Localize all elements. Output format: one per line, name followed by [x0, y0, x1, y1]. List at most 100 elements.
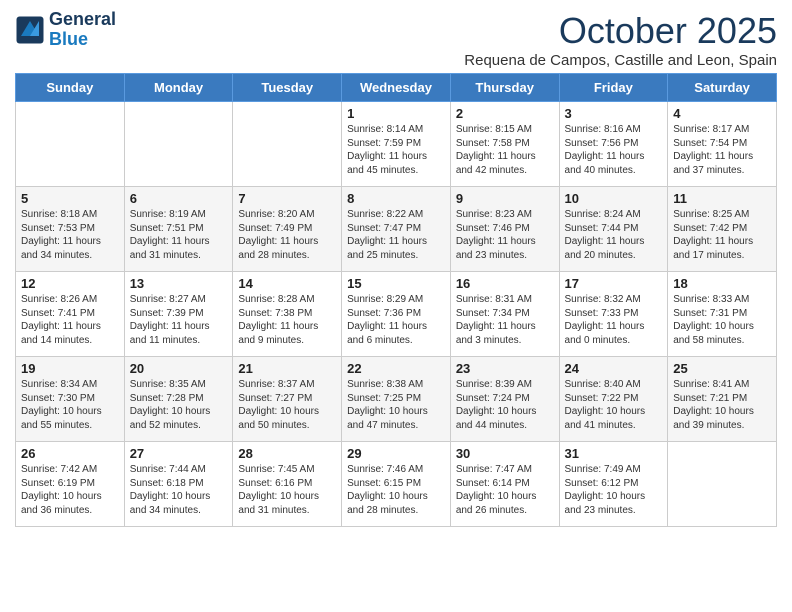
logo-icon: [15, 15, 45, 45]
day-number: 20: [130, 361, 228, 376]
logo-text: General Blue: [49, 10, 116, 50]
day-number: 26: [21, 446, 119, 461]
day-number: 1: [347, 106, 445, 121]
calendar-cell: 22 Sunrise: 8:38 AM Sunset: 7:25 PM Dayli…: [342, 357, 451, 442]
day-number: 17: [565, 276, 663, 291]
weekday-header: Sunday: [16, 74, 125, 102]
day-info: Sunrise: 8:18 AM Sunset: 7:53 PM Dayligh…: [21, 208, 119, 262]
day-number: 5: [21, 191, 119, 206]
day-info: Sunrise: 8:29 AM Sunset: 7:36 PM Dayligh…: [347, 293, 445, 347]
day-number: 2: [456, 106, 554, 121]
calendar-cell: 31 Sunrise: 7:49 AM Sunset: 6:12 PM Dayli…: [559, 442, 668, 527]
day-info: Sunrise: 8:19 AM Sunset: 7:51 PM Dayligh…: [130, 208, 228, 262]
calendar-cell: 9Sunrise: 8:23 AM Sunset: 7:46 PM Daylig…: [450, 187, 559, 272]
day-info: Sunrise: 8:41 AM Sunset: 7:21 PM Dayligh…: [673, 378, 771, 432]
calendar-cell: 17 Sunrise: 8:32 AM Sunset: 7:33 PM Dayli…: [559, 272, 668, 357]
calendar-cell: 25 Sunrise: 8:41 AM Sunset: 7:21 PM Dayli…: [668, 357, 777, 442]
day-number: 22: [347, 361, 445, 376]
weekday-header-row: SundayMondayTuesdayWednesdayThursdayFrid…: [16, 74, 777, 102]
weekday-header: Saturday: [668, 74, 777, 102]
day-number: 27: [130, 446, 228, 461]
day-info: Sunrise: 8:34 AM Sunset: 7:30 PM Dayligh…: [21, 378, 119, 432]
calendar-cell: 21Sunrise: 8:37 AM Sunset: 7:27 PM Dayli…: [233, 357, 342, 442]
day-info: Sunrise: 8:15 AM Sunset: 7:58 PM Dayligh…: [456, 123, 554, 177]
calendar-cell: 2 Sunrise: 8:15 AM Sunset: 7:58 PM Daylig…: [450, 102, 559, 187]
calendar-cell: 23 Sunrise: 8:39 AM Sunset: 7:24 PM Dayli…: [450, 357, 559, 442]
day-info: Sunrise: 8:33 AM Sunset: 7:31 PM Dayligh…: [673, 293, 771, 347]
day-number: 28: [238, 446, 336, 461]
calendar-table: SundayMondayTuesdayWednesdayThursdayFrid…: [15, 73, 777, 527]
day-number: 10: [565, 191, 663, 206]
day-info: Sunrise: 8:38 AM Sunset: 7:25 PM Dayligh…: [347, 378, 445, 432]
calendar-cell: [233, 102, 342, 187]
day-info: Sunrise: 8:16 AM Sunset: 7:56 PM Dayligh…: [565, 123, 663, 177]
day-number: 19: [21, 361, 119, 376]
day-number: 30: [456, 446, 554, 461]
page-header: General Blue October 2025 Requena de Cam…: [15, 10, 777, 69]
day-number: 15: [347, 276, 445, 291]
calendar-cell: [16, 102, 125, 187]
calendar-cell: 15 Sunrise: 8:29 AM Sunset: 7:36 PM Dayli…: [342, 272, 451, 357]
calendar-cell: 8 Sunrise: 8:22 AM Sunset: 7:47 PM Daylig…: [342, 187, 451, 272]
calendar-cell: 7 Sunrise: 8:20 AM Sunset: 7:49 PM Daylig…: [233, 187, 342, 272]
day-number: 23: [456, 361, 554, 376]
day-number: 14: [238, 276, 336, 291]
calendar-cell: 24 Sunrise: 8:40 AM Sunset: 7:22 PM Dayli…: [559, 357, 668, 442]
calendar-cell: 19 Sunrise: 8:34 AM Sunset: 7:30 PM Dayli…: [16, 357, 125, 442]
calendar-week-row: 19 Sunrise: 8:34 AM Sunset: 7:30 PM Dayli…: [16, 357, 777, 442]
day-number: 3: [565, 106, 663, 121]
calendar-cell: 10 Sunrise: 8:24 AM Sunset: 7:44 PM Dayli…: [559, 187, 668, 272]
calendar-week-row: 26 Sunrise: 7:42 AM Sunset: 6:19 PM Dayli…: [16, 442, 777, 527]
logo: General Blue: [15, 10, 116, 50]
calendar-cell: 3 Sunrise: 8:16 AM Sunset: 7:56 PM Daylig…: [559, 102, 668, 187]
calendar-cell: 6 Sunrise: 8:19 AM Sunset: 7:51 PM Daylig…: [124, 187, 233, 272]
calendar-cell: 16 Sunrise: 8:31 AM Sunset: 7:34 PM Dayli…: [450, 272, 559, 357]
day-info: Sunrise: 8:24 AM Sunset: 7:44 PM Dayligh…: [565, 208, 663, 262]
day-number: 8: [347, 191, 445, 206]
calendar-cell: 29 Sunrise: 7:46 AM Sunset: 6:15 PM Dayli…: [342, 442, 451, 527]
calendar-week-row: 12Sunrise: 8:26 AM Sunset: 7:41 PM Dayli…: [16, 272, 777, 357]
day-info: Sunrise: 8:27 AM Sunset: 7:39 PM Dayligh…: [130, 293, 228, 347]
calendar-cell: 14 Sunrise: 8:28 AM Sunset: 7:38 PM Dayli…: [233, 272, 342, 357]
day-info: Sunrise: 8:40 AM Sunset: 7:22 PM Dayligh…: [565, 378, 663, 432]
day-info: Sunrise: 8:26 AM Sunset: 7:41 PM Dayligh…: [21, 293, 119, 347]
calendar-cell: 4 Sunrise: 8:17 AM Sunset: 7:54 PM Daylig…: [668, 102, 777, 187]
day-info: Sunrise: 8:20 AM Sunset: 7:49 PM Dayligh…: [238, 208, 336, 262]
calendar-week-row: 1Sunrise: 8:14 AM Sunset: 7:59 PM Daylig…: [16, 102, 777, 187]
day-info: Sunrise: 8:39 AM Sunset: 7:24 PM Dayligh…: [456, 378, 554, 432]
calendar-cell: 27 Sunrise: 7:44 AM Sunset: 6:18 PM Dayli…: [124, 442, 233, 527]
day-info: Sunrise: 8:35 AM Sunset: 7:28 PM Dayligh…: [130, 378, 228, 432]
day-info: Sunrise: 8:23 AM Sunset: 7:46 PM Dayligh…: [456, 208, 554, 262]
day-number: 29: [347, 446, 445, 461]
calendar-cell: 30Sunrise: 7:47 AM Sunset: 6:14 PM Dayli…: [450, 442, 559, 527]
day-info: Sunrise: 7:44 AM Sunset: 6:18 PM Dayligh…: [130, 463, 228, 517]
day-info: Sunrise: 8:17 AM Sunset: 7:54 PM Dayligh…: [673, 123, 771, 177]
day-number: 25: [673, 361, 771, 376]
day-number: 24: [565, 361, 663, 376]
day-info: Sunrise: 7:45 AM Sunset: 6:16 PM Dayligh…: [238, 463, 336, 517]
calendar-cell: [668, 442, 777, 527]
location-subtitle: Requena de Campos, Castille and Leon, Sp…: [464, 52, 777, 69]
day-info: Sunrise: 7:42 AM Sunset: 6:19 PM Dayligh…: [21, 463, 119, 517]
day-info: Sunrise: 8:28 AM Sunset: 7:38 PM Dayligh…: [238, 293, 336, 347]
day-number: 7: [238, 191, 336, 206]
day-number: 13: [130, 276, 228, 291]
day-info: Sunrise: 8:32 AM Sunset: 7:33 PM Dayligh…: [565, 293, 663, 347]
title-block: October 2025 Requena de Campos, Castille…: [464, 10, 777, 69]
day-number: 11: [673, 191, 771, 206]
calendar-cell: 20 Sunrise: 8:35 AM Sunset: 7:28 PM Dayli…: [124, 357, 233, 442]
day-info: Sunrise: 8:22 AM Sunset: 7:47 PM Dayligh…: [347, 208, 445, 262]
calendar-cell: 13 Sunrise: 8:27 AM Sunset: 7:39 PM Dayli…: [124, 272, 233, 357]
day-info: Sunrise: 8:37 AM Sunset: 7:27 PM Dayligh…: [238, 378, 336, 432]
day-info: Sunrise: 7:46 AM Sunset: 6:15 PM Dayligh…: [347, 463, 445, 517]
day-number: 31: [565, 446, 663, 461]
month-title: October 2025: [464, 10, 777, 52]
day-info: Sunrise: 8:31 AM Sunset: 7:34 PM Dayligh…: [456, 293, 554, 347]
calendar-cell: 5 Sunrise: 8:18 AM Sunset: 7:53 PM Daylig…: [16, 187, 125, 272]
day-number: 4: [673, 106, 771, 121]
day-number: 6: [130, 191, 228, 206]
day-number: 16: [456, 276, 554, 291]
day-info: Sunrise: 7:49 AM Sunset: 6:12 PM Dayligh…: [565, 463, 663, 517]
calendar-cell: 18 Sunrise: 8:33 AM Sunset: 7:31 PM Dayli…: [668, 272, 777, 357]
day-number: 18: [673, 276, 771, 291]
